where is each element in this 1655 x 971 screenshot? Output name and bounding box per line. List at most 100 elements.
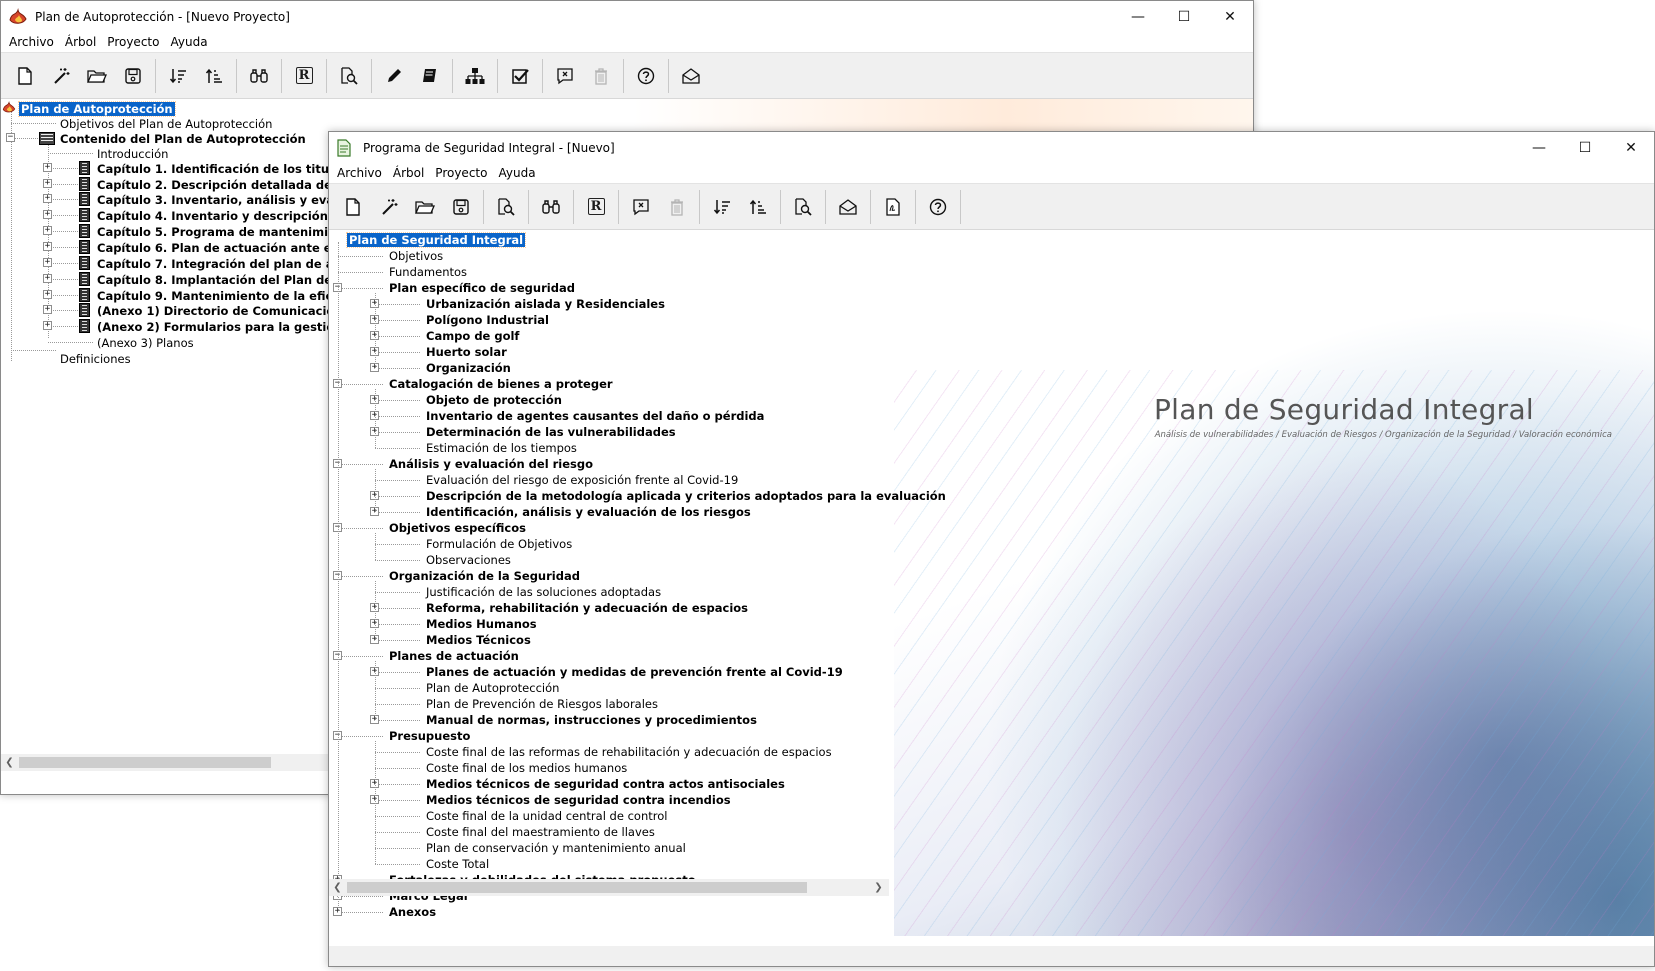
sort-ascending-icon[interactable] [196,58,232,94]
menu-ayuda[interactable]: Ayuda [494,166,542,180]
print-preview-icon[interactable] [785,189,821,225]
tree-node[interactable]: Anexos [389,904,436,920]
scrollbar-thumb[interactable] [347,882,807,893]
tree-node[interactable]: Análisis y evaluación del riesgo [389,456,593,472]
tree-node[interactable]: Polígono Industrial [426,312,549,328]
tree-node[interactable]: Coste Total [426,856,489,872]
save-icon[interactable] [115,58,151,94]
expand-icon[interactable]: + [43,163,52,172]
tree-node[interactable]: Huerto solar [426,344,507,360]
tree-node[interactable]: Reforma, rehabilitación y adecuación de … [426,600,748,616]
tree-node[interactable]: Identificación, análisis y evaluación de… [426,504,751,520]
title-bar[interactable]: Programa de Seguridad Integral - [Nuevo]… [329,132,1654,163]
expand-icon[interactable]: + [43,194,52,203]
new-document-icon[interactable] [7,58,43,94]
scroll-left-icon[interactable]: ❮ [329,879,346,896]
registered-r-icon[interactable]: R [578,189,614,225]
trash-icon[interactable] [659,189,695,225]
tree-node[interactable]: Capítulo 1. Identificación de los titula… [97,161,361,177]
tree-node[interactable]: Catalogación de bienes a proteger [389,376,613,392]
tree-node[interactable]: Capítulo 3. Inventario, análisis y evalu… [97,192,361,208]
tree-node[interactable]: Plan de Prevención de Riesgos laborales [426,696,658,712]
tree-node[interactable]: (Anexo 3) Planos [97,335,194,351]
tree-view-pane[interactable]: Plan de Seguridad Integral Análisis de v… [329,230,1654,966]
binoculars-icon[interactable] [241,58,277,94]
menu-archivo[interactable]: Archivo [333,166,389,180]
tree-node[interactable]: Objeto de protección [426,392,562,408]
tree-node[interactable]: Coste final de los medios humanos [426,760,627,776]
minimize-button[interactable]: — [1115,1,1161,32]
tree-node[interactable]: Planes de actuación [389,648,519,664]
magic-wand-icon[interactable] [371,189,407,225]
tree-node[interactable]: Estimación de los tiempos [426,440,577,456]
tree-node[interactable]: Organización [426,360,511,376]
expand-icon[interactable]: + [43,290,52,299]
expand-icon[interactable]: + [43,258,52,267]
tree-node[interactable]: Capítulo 2. Descripción detallada de la … [97,177,359,193]
pdf-document-icon[interactable] [875,189,911,225]
tree-node[interactable]: Presupuesto [389,728,470,744]
tree-node[interactable]: Objetivos [389,248,443,264]
help-icon[interactable] [920,189,956,225]
tree-node[interactable]: Fundamentos [389,264,467,280]
tree-node[interactable]: Objetivos específicos [389,520,526,536]
menu-proyecto[interactable]: Proyecto [431,166,494,180]
tree-node[interactable]: Coste final de la unidad central de cont… [426,808,667,824]
pencil-icon[interactable] [376,58,412,94]
organization-chart-icon[interactable] [457,58,493,94]
tree-node[interactable]: Plan específico de seguridad [389,280,575,296]
expand-icon[interactable]: + [43,226,52,235]
maximize-button[interactable]: ☐ [1161,1,1207,32]
scroll-right-icon[interactable]: ❯ [870,879,887,896]
tree-node[interactable]: Formulación de Objetivos [426,536,572,552]
magic-wand-icon[interactable] [43,58,79,94]
expand-icon[interactable]: + [43,274,52,283]
tree-node[interactable]: Planes de actuación y medidas de prevenc… [426,664,843,680]
scroll-left-icon[interactable]: ❮ [1,754,18,771]
tree-node[interactable]: Plan de conservación y mantenimiento anu… [426,840,686,856]
registered-r-icon[interactable]: R [286,58,322,94]
tree-node[interactable]: Urbanización aislada y Residenciales [426,296,665,312]
tree-node-root[interactable]: Plan de Seguridad Integral [345,232,527,248]
menu-arbol[interactable]: Árbol [389,166,431,180]
minimize-button[interactable]: — [1516,132,1562,163]
expand-icon[interactable]: + [43,321,52,330]
close-button[interactable]: ✕ [1207,1,1253,32]
tree-node[interactable]: Organización de la Seguridad [389,568,580,584]
tree-node[interactable]: Justificación de las soluciones adoptada… [426,584,661,600]
tree-node-root[interactable]: Plan de Autoprotección [1,101,176,117]
tree-node[interactable]: Definiciones [60,351,131,367]
open-envelope-icon[interactable] [830,189,866,225]
sort-descending-icon[interactable] [160,58,196,94]
sort-ascending-icon[interactable] [740,189,776,225]
tree-node[interactable]: Descripción de la metodología aplicada y… [426,488,946,504]
menu-proyecto[interactable]: Proyecto [103,35,166,49]
collapse-icon[interactable]: − [6,133,15,142]
tree-node[interactable]: Capítulo 7. Integración del plan de auto… [97,256,363,272]
expand-icon[interactable]: + [43,179,52,188]
tree-node[interactable]: Capítulo 9. Mantenimiento de la eficacia [97,288,359,304]
tree-node[interactable]: Inventario de agentes causantes del daño… [426,408,764,424]
maximize-button[interactable]: ☐ [1562,132,1608,163]
help-icon[interactable] [628,58,664,94]
book-icon[interactable] [412,58,448,94]
tree-node[interactable]: Campo de golf [426,328,519,344]
tree-node[interactable]: Medios Humanos [426,616,537,632]
delete-comment-icon[interactable] [623,189,659,225]
tree-node[interactable]: Contenido del Plan de Autoprotección [60,131,306,147]
print-preview-icon[interactable] [488,189,524,225]
open-folder-icon[interactable] [79,58,115,94]
tree-node[interactable]: (Anexo 2) Formularios para la gestión de [97,319,363,335]
close-button[interactable]: ✕ [1608,132,1654,163]
save-icon[interactable] [443,189,479,225]
horizontal-scrollbar[interactable]: ❮ [1,754,329,771]
tree-node[interactable]: Capítulo 6. Plan de actuación ante emer [97,240,357,256]
print-preview-icon[interactable] [331,58,367,94]
tree-node[interactable]: Manual de normas, instrucciones y proced… [426,712,757,728]
tree-node[interactable]: Introducción [97,146,168,162]
new-document-icon[interactable] [335,189,371,225]
menu-archivo[interactable]: Archivo [5,35,61,49]
menu-ayuda[interactable]: Ayuda [166,35,214,49]
expand-icon[interactable]: + [43,305,52,314]
tree-node[interactable]: Evaluación del riesgo de exposición fren… [426,472,738,488]
